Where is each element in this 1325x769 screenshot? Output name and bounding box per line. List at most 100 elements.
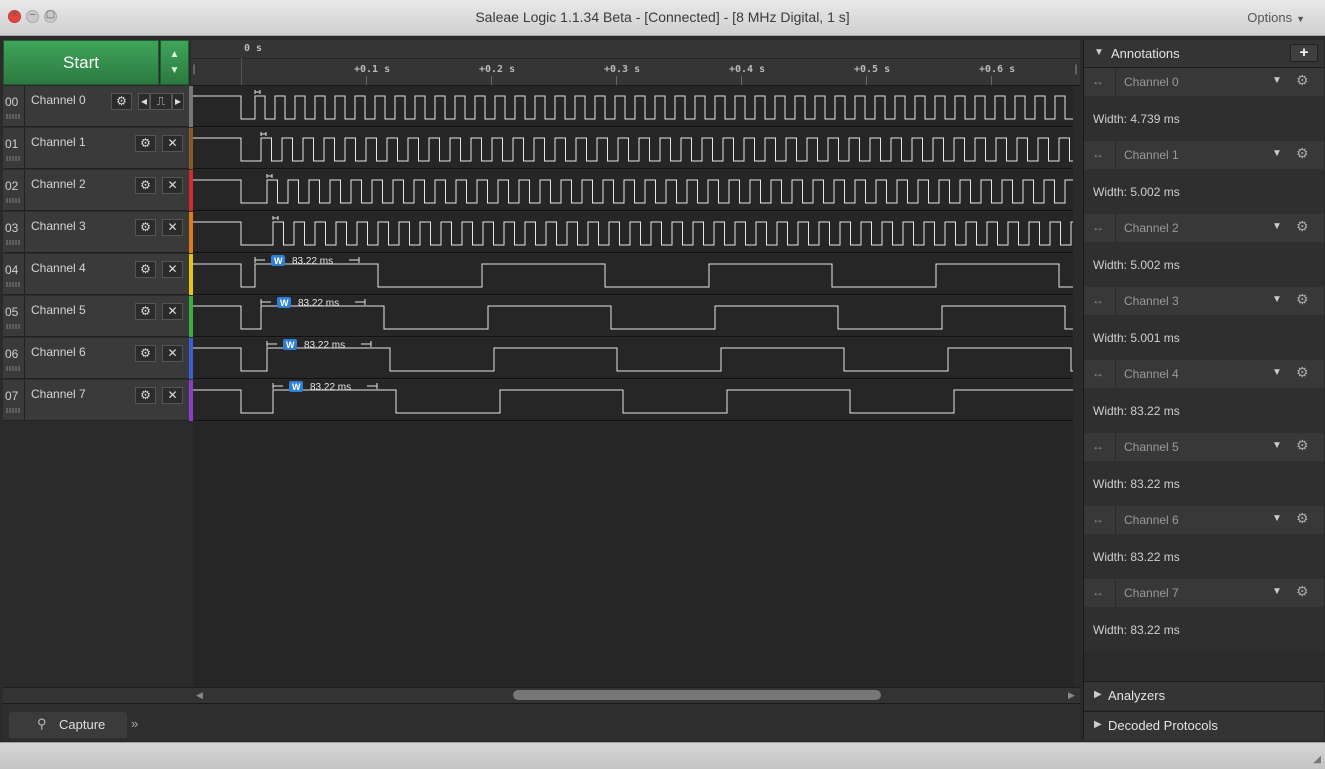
drag-handle-icon[interactable]: [6, 156, 20, 161]
annotation-header[interactable]: ↔ Channel 0 ▼ ⚙: [1084, 68, 1324, 96]
resize-grip-icon[interactable]: ◢: [1313, 754, 1321, 765]
trigger-icon[interactable]: ✕: [162, 177, 183, 194]
chevron-down-icon[interactable]: ▼: [1272, 221, 1282, 232]
gear-icon[interactable]: ⚙: [135, 303, 156, 320]
chevron-down-icon[interactable]: ▼: [1272, 75, 1282, 86]
gear-icon[interactable]: ⚙: [111, 93, 132, 110]
chevron-down-icon[interactable]: ▼: [1272, 513, 1282, 524]
trigger-icon[interactable]: ✕: [162, 303, 183, 320]
gear-icon[interactable]: ⚙: [1296, 437, 1309, 454]
scroll-right-icon[interactable]: ▶: [1068, 690, 1075, 701]
drag-handle-icon[interactable]: [6, 114, 20, 119]
time-ruler[interactable]: 0 s | | +0.1 s +0.2 s +0.3 s +0.4 s +0.5 s +0…: [191, 40, 1080, 86]
channel-row[interactable]: 07 Channel 7 ⚙ ✕: [3, 380, 189, 421]
gear-icon[interactable]: ⚙: [1296, 364, 1309, 381]
trigger-icon[interactable]: ✕: [162, 345, 183, 362]
channel-name[interactable]: Channel 1: [31, 135, 86, 149]
annotation-header[interactable]: ↔ Channel 4 ▼ ⚙: [1084, 360, 1324, 388]
gear-icon[interactable]: ⚙: [1296, 583, 1309, 600]
gear-icon[interactable]: ⚙: [135, 177, 156, 194]
options-menu[interactable]: Options ▼: [1247, 10, 1305, 25]
analyzers-section[interactable]: ▶ Analyzers: [1084, 681, 1324, 710]
annotation-item[interactable]: ↔ Channel 7 ▼ ⚙ Width: 83.22 ms: [1084, 579, 1324, 652]
more-tabs-button[interactable]: »: [131, 716, 138, 731]
channel-name[interactable]: Channel 2: [31, 177, 86, 191]
gear-icon[interactable]: ⚙: [1296, 291, 1309, 308]
channel-name[interactable]: Channel 7: [31, 387, 86, 401]
gear-icon[interactable]: ⚙: [135, 387, 156, 404]
annotation-header[interactable]: ↔ Channel 5 ▼ ⚙: [1084, 433, 1324, 461]
drag-handle-icon[interactable]: [6, 324, 20, 329]
trigger-edge-icon[interactable]: ⎍: [150, 93, 172, 110]
waveform-area[interactable]: W 83.22 ms W 83.22 ms W 83.22 ms W 83.22 ms: [193, 86, 1073, 422]
scroll-left-icon[interactable]: ◀: [196, 690, 203, 701]
annotation-header[interactable]: ↔ Channel 6 ▼ ⚙: [1084, 506, 1324, 534]
channel-row[interactable]: 03 Channel 3 ⚙ ✕: [3, 212, 189, 253]
chevron-left-icon[interactable]: ◂: [138, 93, 150, 110]
drag-handle-icon[interactable]: [6, 240, 20, 245]
chevron-down-icon[interactable]: ▼: [1272, 440, 1282, 451]
channel-row[interactable]: 05 Channel 5 ⚙ ✕: [3, 296, 189, 337]
trigger-icon[interactable]: ✕: [162, 387, 183, 404]
capture-settings-spinner[interactable]: ▲ ▼: [160, 40, 189, 85]
channel-name[interactable]: Channel 4: [31, 261, 86, 275]
scrollbar-thumb[interactable]: [513, 690, 881, 700]
annotation-item[interactable]: ↔ Channel 1 ▼ ⚙ Width: 5.002 ms: [1084, 141, 1324, 214]
gear-icon[interactable]: ⚙: [1296, 145, 1309, 162]
annotation-item[interactable]: ↔ Channel 2 ▼ ⚙ Width: 5.002 ms: [1084, 214, 1324, 287]
channel-row[interactable]: 04 Channel 4 ⚙ ✕: [3, 254, 189, 295]
trigger-icon[interactable]: ✕: [162, 261, 183, 278]
gear-icon[interactable]: ⚙: [1296, 72, 1309, 89]
trigger-icon[interactable]: ✕: [162, 135, 183, 152]
annotation-channel-select[interactable]: Channel 3: [1124, 294, 1179, 308]
channel-row[interactable]: 00 Channel 0 ⚙ ◂ ⎍ ▸: [3, 86, 189, 127]
chevron-up-icon[interactable]: ▲: [161, 49, 188, 60]
chevron-down-icon[interactable]: ▼: [1272, 367, 1282, 378]
decoded-protocols-section[interactable]: ▶ Decoded Protocols: [1084, 711, 1324, 740]
gear-icon[interactable]: ⚙: [135, 345, 156, 362]
annotation-item[interactable]: ↔ Channel 0 ▼ ⚙ Width: 4.739 ms: [1084, 68, 1324, 141]
channel-name[interactable]: Channel 6: [31, 345, 86, 359]
annotation-item[interactable]: ↔ Channel 5 ▼ ⚙ Width: 83.22 ms: [1084, 433, 1324, 506]
annotation-item[interactable]: ↔ Channel 3 ▼ ⚙ Width: 5.001 ms: [1084, 287, 1324, 360]
annotation-header[interactable]: ↔ Channel 7 ▼ ⚙: [1084, 579, 1324, 607]
annotation-channel-select[interactable]: Channel 4: [1124, 367, 1179, 381]
annotation-header[interactable]: ↔ Channel 2 ▼ ⚙: [1084, 214, 1324, 242]
channel-name[interactable]: Channel 5: [31, 303, 86, 317]
annotations-header[interactable]: ▼ Annotations +: [1084, 40, 1324, 68]
chevron-right-icon[interactable]: ▸: [172, 93, 184, 110]
annotation-channel-select[interactable]: Channel 0: [1124, 75, 1179, 89]
annotation-header[interactable]: ↔ Channel 3 ▼ ⚙: [1084, 287, 1324, 315]
annotation-header[interactable]: ↔ Channel 1 ▼ ⚙: [1084, 141, 1324, 169]
gear-icon[interactable]: ⚙: [135, 219, 156, 236]
drag-handle-icon[interactable]: [6, 366, 20, 371]
channel-row[interactable]: 06 Channel 6 ⚙ ✕: [3, 338, 189, 379]
channel-row[interactable]: 02 Channel 2 ⚙ ✕: [3, 170, 189, 211]
chevron-down-icon[interactable]: ▼: [1272, 586, 1282, 597]
start-button[interactable]: Start: [3, 40, 159, 85]
channel-name[interactable]: Channel 3: [31, 219, 86, 233]
chevron-down-icon[interactable]: ▼: [1272, 294, 1282, 305]
gear-icon[interactable]: ⚙: [1296, 218, 1309, 235]
drag-handle-icon[interactable]: [6, 198, 20, 203]
horizontal-scrollbar[interactable]: ◀ ▶: [191, 687, 1080, 703]
add-annotation-button[interactable]: +: [1290, 44, 1318, 62]
annotation-channel-select[interactable]: Channel 2: [1124, 221, 1179, 235]
chevron-down-icon[interactable]: ▼: [161, 65, 188, 76]
drag-handle-icon[interactable]: [6, 282, 20, 287]
chevron-down-icon[interactable]: ▼: [1272, 148, 1282, 159]
gear-icon[interactable]: ⚙: [135, 261, 156, 278]
annotation-channel-select[interactable]: Channel 7: [1124, 586, 1179, 600]
annotation-channel-select[interactable]: Channel 6: [1124, 513, 1179, 527]
annotation-item[interactable]: ↔ Channel 6 ▼ ⚙ Width: 83.22 ms: [1084, 506, 1324, 579]
tab-capture[interactable]: ⚲ Capture: [9, 712, 127, 738]
gear-icon[interactable]: ⚙: [1296, 510, 1309, 527]
annotation-channel-select[interactable]: Channel 5: [1124, 440, 1179, 454]
channel-row[interactable]: 01 Channel 1 ⚙ ✕: [3, 128, 189, 169]
trigger-icon[interactable]: ✕: [162, 219, 183, 236]
annotation-channel-select[interactable]: Channel 1: [1124, 148, 1179, 162]
annotation-item[interactable]: ↔ Channel 4 ▼ ⚙ Width: 83.22 ms: [1084, 360, 1324, 433]
channel-name[interactable]: Channel 0: [31, 93, 86, 107]
gear-icon[interactable]: ⚙: [135, 135, 156, 152]
drag-handle-icon[interactable]: [6, 408, 20, 413]
